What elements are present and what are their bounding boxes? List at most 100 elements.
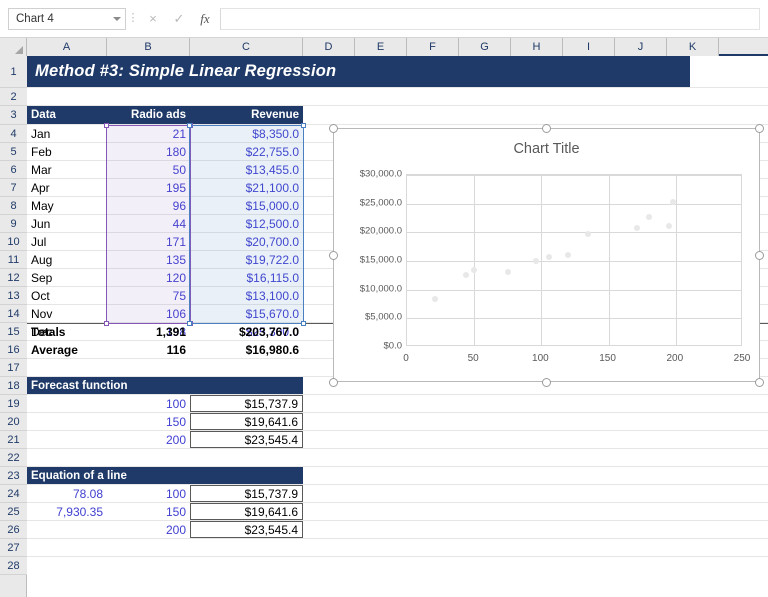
row-header-20[interactable]: 20 bbox=[0, 413, 27, 431]
cell-revenue[interactable]: $19,722.0 bbox=[190, 251, 303, 268]
cell-revenue[interactable]: $15,670.0 bbox=[190, 305, 303, 322]
formula-input[interactable] bbox=[220, 7, 760, 30]
scatter-point[interactable] bbox=[432, 296, 439, 303]
row-header-11[interactable]: 11 bbox=[0, 251, 27, 269]
row-header-6[interactable]: 6 bbox=[0, 161, 27, 179]
cell-revenue[interactable]: $22,755.0 bbox=[190, 143, 303, 160]
equation-y[interactable]: $19,641.6 bbox=[190, 503, 303, 520]
column-header-g[interactable]: G bbox=[459, 38, 511, 56]
cell-radio-ads[interactable]: 75 bbox=[107, 287, 190, 304]
cell-radio-ads[interactable]: 106 bbox=[107, 305, 190, 322]
row-header-24[interactable]: 24 bbox=[0, 485, 27, 503]
cell-month[interactable]: Jan bbox=[27, 125, 107, 142]
chart-resize-handle-sw[interactable] bbox=[329, 378, 338, 387]
cell-month[interactable]: Aug bbox=[27, 251, 107, 268]
column-header-d[interactable]: D bbox=[303, 38, 355, 56]
forecast-y[interactable]: $23,545.4 bbox=[190, 431, 303, 448]
row-header-19[interactable]: 19 bbox=[0, 395, 27, 413]
row-header-5[interactable]: 5 bbox=[0, 143, 27, 161]
cell-month[interactable]: Mar bbox=[27, 161, 107, 178]
scatter-point[interactable] bbox=[504, 268, 511, 275]
scatter-point[interactable] bbox=[546, 254, 553, 261]
scatter-chart-object[interactable]: Chart Title $0.0 $5,000.0 $10,000.0 $15,000… bbox=[333, 128, 760, 382]
chart-resize-handle-s[interactable] bbox=[542, 378, 551, 387]
equation-y[interactable]: $15,737.9 bbox=[190, 485, 303, 502]
column-header-b[interactable]: B bbox=[107, 38, 190, 56]
column-header-c[interactable]: C bbox=[190, 38, 303, 56]
row-header-7[interactable]: 7 bbox=[0, 179, 27, 197]
scatter-point[interactable] bbox=[585, 230, 592, 237]
cell-month[interactable]: Apr bbox=[27, 179, 107, 196]
forecast-row[interactable]: 100 $15,737.9 bbox=[27, 395, 768, 413]
scatter-point[interactable] bbox=[463, 272, 470, 279]
row-header-23[interactable]: 23 bbox=[0, 467, 27, 485]
scatter-point[interactable] bbox=[645, 213, 652, 220]
scatter-point[interactable] bbox=[565, 251, 572, 258]
name-box[interactable]: Chart 4 bbox=[8, 7, 126, 30]
cell-radio-ads[interactable]: 180 bbox=[107, 143, 190, 160]
cell-radio-ads[interactable]: 96 bbox=[107, 197, 190, 214]
insert-function-icon[interactable]: fx bbox=[192, 8, 218, 30]
cell-radio-ads[interactable]: 171 bbox=[107, 233, 190, 250]
equation-x[interactable]: 200 bbox=[107, 521, 190, 538]
chevron-down-icon[interactable] bbox=[113, 16, 121, 21]
row-header-27[interactable]: 27 bbox=[0, 539, 27, 557]
forecast-row[interactable]: 150 $19,641.6 bbox=[27, 413, 768, 431]
scatter-point[interactable] bbox=[633, 225, 640, 232]
row-header-25[interactable]: 25 bbox=[0, 503, 27, 521]
cell-revenue[interactable]: $8,350.0 bbox=[190, 125, 303, 142]
cell-month[interactable]: Sep bbox=[27, 269, 107, 286]
confirm-icon[interactable]: ✓ bbox=[166, 8, 192, 30]
cell-revenue[interactable]: $15,000.0 bbox=[190, 197, 303, 214]
forecast-x[interactable]: 100 bbox=[107, 395, 190, 412]
equation-x[interactable]: 150 bbox=[107, 503, 190, 520]
cell-month[interactable]: Feb bbox=[27, 143, 107, 160]
chart-resize-handle-nw[interactable] bbox=[329, 124, 338, 133]
row-header-2[interactable]: 2 bbox=[0, 88, 27, 106]
cell-revenue[interactable]: $13,100.0 bbox=[190, 287, 303, 304]
column-header-i[interactable]: I bbox=[563, 38, 615, 56]
row-header-18[interactable]: 18 bbox=[0, 377, 27, 395]
chart-resize-handle-w[interactable] bbox=[329, 251, 338, 260]
cell-revenue[interactable]: $21,100.0 bbox=[190, 179, 303, 196]
chart-resize-handle-se[interactable] bbox=[755, 378, 764, 387]
cell-month[interactable]: Oct bbox=[27, 287, 107, 304]
scatter-point[interactable] bbox=[670, 198, 677, 205]
cell-revenue[interactable]: $12,500.0 bbox=[190, 215, 303, 232]
cell-radio-ads[interactable]: 195 bbox=[107, 179, 190, 196]
forecast-x[interactable]: 200 bbox=[107, 431, 190, 448]
cell-revenue[interactable]: $16,115.0 bbox=[190, 269, 303, 286]
column-header-h[interactable]: H bbox=[511, 38, 563, 56]
chart-resize-handle-e[interactable] bbox=[755, 251, 764, 260]
row-header-28[interactable]: 28 bbox=[0, 557, 27, 575]
row-header-13[interactable]: 13 bbox=[0, 287, 27, 305]
row-header-9[interactable]: 9 bbox=[0, 215, 27, 233]
cell-month[interactable]: Jun bbox=[27, 215, 107, 232]
scatter-point[interactable] bbox=[666, 223, 673, 230]
row-header-8[interactable]: 8 bbox=[0, 197, 27, 215]
scatter-point[interactable] bbox=[533, 258, 540, 264]
row-header-3[interactable]: 3 bbox=[0, 106, 27, 125]
cell-radio-ads[interactable]: 50 bbox=[107, 161, 190, 178]
column-header-f[interactable]: F bbox=[407, 38, 459, 56]
chart-resize-handle-ne[interactable] bbox=[755, 124, 764, 133]
cell-radio-ads[interactable]: 21 bbox=[107, 125, 190, 142]
row-header-10[interactable]: 10 bbox=[0, 233, 27, 251]
row-header-4[interactable]: 4 bbox=[0, 125, 27, 143]
forecast-x[interactable]: 150 bbox=[107, 413, 190, 430]
cell-radio-ads[interactable]: 135 bbox=[107, 251, 190, 268]
forecast-y[interactable]: $15,737.9 bbox=[190, 395, 303, 412]
cell-revenue[interactable]: $20,700.0 bbox=[190, 233, 303, 250]
column-header-a[interactable]: A bbox=[27, 38, 107, 56]
chart-resize-handle-n[interactable] bbox=[542, 124, 551, 133]
scatter-point[interactable] bbox=[471, 266, 478, 273]
equation-row[interactable]: 7,930.35 150 $19,641.6 bbox=[27, 503, 768, 521]
row-header-1[interactable]: 1 bbox=[0, 56, 27, 88]
cell-month[interactable]: Nov bbox=[27, 305, 107, 322]
equation-row[interactable]: 78.08 100 $15,737.9 bbox=[27, 485, 768, 503]
more-options-icon[interactable]: ⋮ bbox=[126, 13, 140, 24]
row-header-26[interactable]: 26 bbox=[0, 521, 27, 539]
cell-radio-ads[interactable]: 120 bbox=[107, 269, 190, 286]
equation-y[interactable]: $23,545.4 bbox=[190, 521, 303, 538]
column-header-k[interactable]: K bbox=[667, 38, 719, 56]
